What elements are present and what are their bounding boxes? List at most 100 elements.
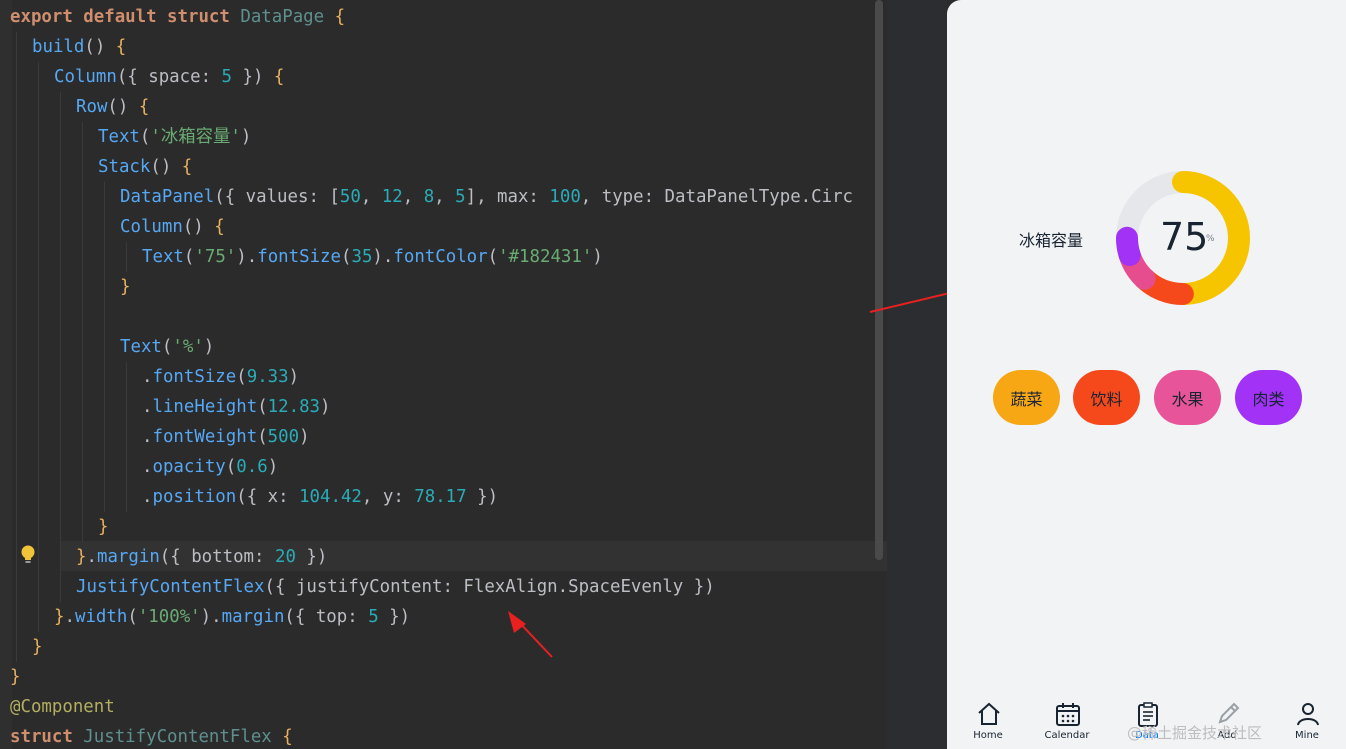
code-token: @Component (10, 697, 115, 717)
capacity-value: 75 (1160, 215, 1209, 259)
tab-calendar[interactable]: Calendar (1037, 690, 1097, 749)
code-token: 20 (274, 547, 296, 567)
code-token: } (54, 607, 65, 627)
code-token: }) (466, 487, 499, 507)
code-token: , (402, 187, 424, 207)
code-token: }) (378, 607, 411, 627)
tab-mine[interactable]: Mine (1277, 690, 1337, 749)
code-line: .fontWeight(500) (142, 422, 310, 452)
code-token: ) (267, 457, 279, 477)
code-token: Column (120, 217, 183, 237)
tab-label: Mine (1295, 730, 1319, 741)
indent-guide (60, 92, 61, 602)
code-token: ( (487, 247, 499, 267)
code-token: } (98, 517, 109, 537)
code-token: ( (225, 457, 237, 477)
code-token: fontColor (393, 247, 488, 267)
code-token: Text (98, 127, 140, 147)
code-token: ) (299, 427, 310, 447)
code-token: '冰箱容量' (150, 127, 241, 147)
lightbulb-icon[interactable] (20, 544, 36, 566)
code-line: Text('75').fontSize(35).fontColor('#1824… (142, 242, 603, 272)
code-token: ) (240, 127, 252, 147)
code-token: build (32, 37, 85, 57)
code-token: 78.17 (414, 487, 467, 507)
code-token: opacity (152, 457, 226, 477)
code-token: () (150, 157, 182, 177)
panel-label: 冰箱容量 (1019, 231, 1084, 250)
indent-guide (38, 62, 39, 632)
code-token: 50 (339, 187, 361, 207)
indent-guide (82, 122, 83, 542)
tab-label: Home (973, 730, 1003, 741)
code-token: DataPanel (120, 187, 215, 207)
code-token: ( (257, 427, 268, 447)
code-token: '%' (172, 337, 204, 357)
code-token: ( (127, 607, 138, 627)
code-token: lineHeight (152, 397, 258, 417)
code-token: margin (96, 547, 160, 567)
code-token: 104.42 (299, 487, 362, 507)
code-token: ) (288, 367, 300, 387)
code-token: 5 (221, 67, 233, 87)
code-line: @Component (10, 692, 115, 722)
code-token: () (107, 97, 139, 117)
code-token: . (142, 367, 153, 387)
tab-home[interactable]: Home (958, 690, 1018, 749)
code-token: 100 (549, 187, 581, 207)
indent-guide (104, 182, 105, 512)
code-line: } (10, 662, 20, 692)
code-token: Row (76, 97, 108, 117)
code-token: JustifyContentFlex (76, 577, 265, 597)
code-token: , (360, 187, 382, 207)
code-token: }) (295, 547, 328, 567)
code-token: ( (236, 367, 247, 387)
code-token: ) (592, 247, 603, 267)
code-token: { (138, 97, 150, 117)
editor-scrollbar[interactable] (875, 0, 883, 560)
code-line: DataPanel({ values: [50, 12, 8, 5], max:… (120, 182, 853, 212)
indent-guide (126, 242, 127, 272)
code-token: position (152, 487, 237, 507)
code-token: DataPage (240, 7, 325, 27)
indent-guide (126, 362, 127, 512)
code-line: export default struct DataPage { (10, 2, 345, 32)
code-editor[interactable]: export default struct DataPage {build() … (0, 0, 887, 749)
code-token: . (86, 547, 97, 567)
code-line: Stack() { (98, 152, 192, 182)
code-token: ({ space: (116, 67, 222, 87)
watermark: @稀土掘金技术社区 (1127, 724, 1263, 742)
code-token: ( (161, 337, 173, 357)
code-token: 5 (368, 607, 379, 627)
code-token: ). (372, 247, 394, 267)
code-token: ( (183, 247, 195, 267)
code-token: Text (142, 247, 184, 267)
code-token: ( (139, 127, 151, 147)
code-token: ( (340, 247, 352, 267)
code-token: 9.33 (246, 367, 289, 387)
code-line: Text('%') (120, 332, 214, 362)
home-icon (978, 702, 1000, 725)
category-chip[interactable]: 饮料 (1073, 370, 1140, 425)
code-token: margin (221, 607, 285, 627)
code-token: ). (236, 247, 258, 267)
category-chip[interactable]: 水果 (1154, 370, 1221, 425)
code-token: { (271, 727, 293, 747)
code-token: 12 (381, 187, 403, 207)
code-token: ({ values: [ (214, 187, 340, 207)
code-line: .position({ x: 104.42, y: 78.17 }) (142, 482, 498, 512)
code-token: { (214, 217, 225, 237)
code-token: { (181, 157, 193, 177)
code-token: }) (232, 67, 274, 87)
code-token: fontSize (257, 247, 341, 267)
code-line: }.width('100%').margin({ top: 5 }) (54, 602, 410, 632)
code-token: ({ bottom: (159, 547, 275, 567)
code-token: . (142, 457, 153, 477)
editor-gutter (0, 0, 12, 749)
code-line: } (32, 632, 42, 662)
code-token: width (74, 607, 128, 627)
code-line: } (120, 272, 130, 302)
category-chip[interactable]: 蔬菜 (993, 370, 1060, 425)
code-token: fontWeight (152, 427, 258, 447)
category-chip[interactable]: 肉类 (1235, 370, 1302, 425)
